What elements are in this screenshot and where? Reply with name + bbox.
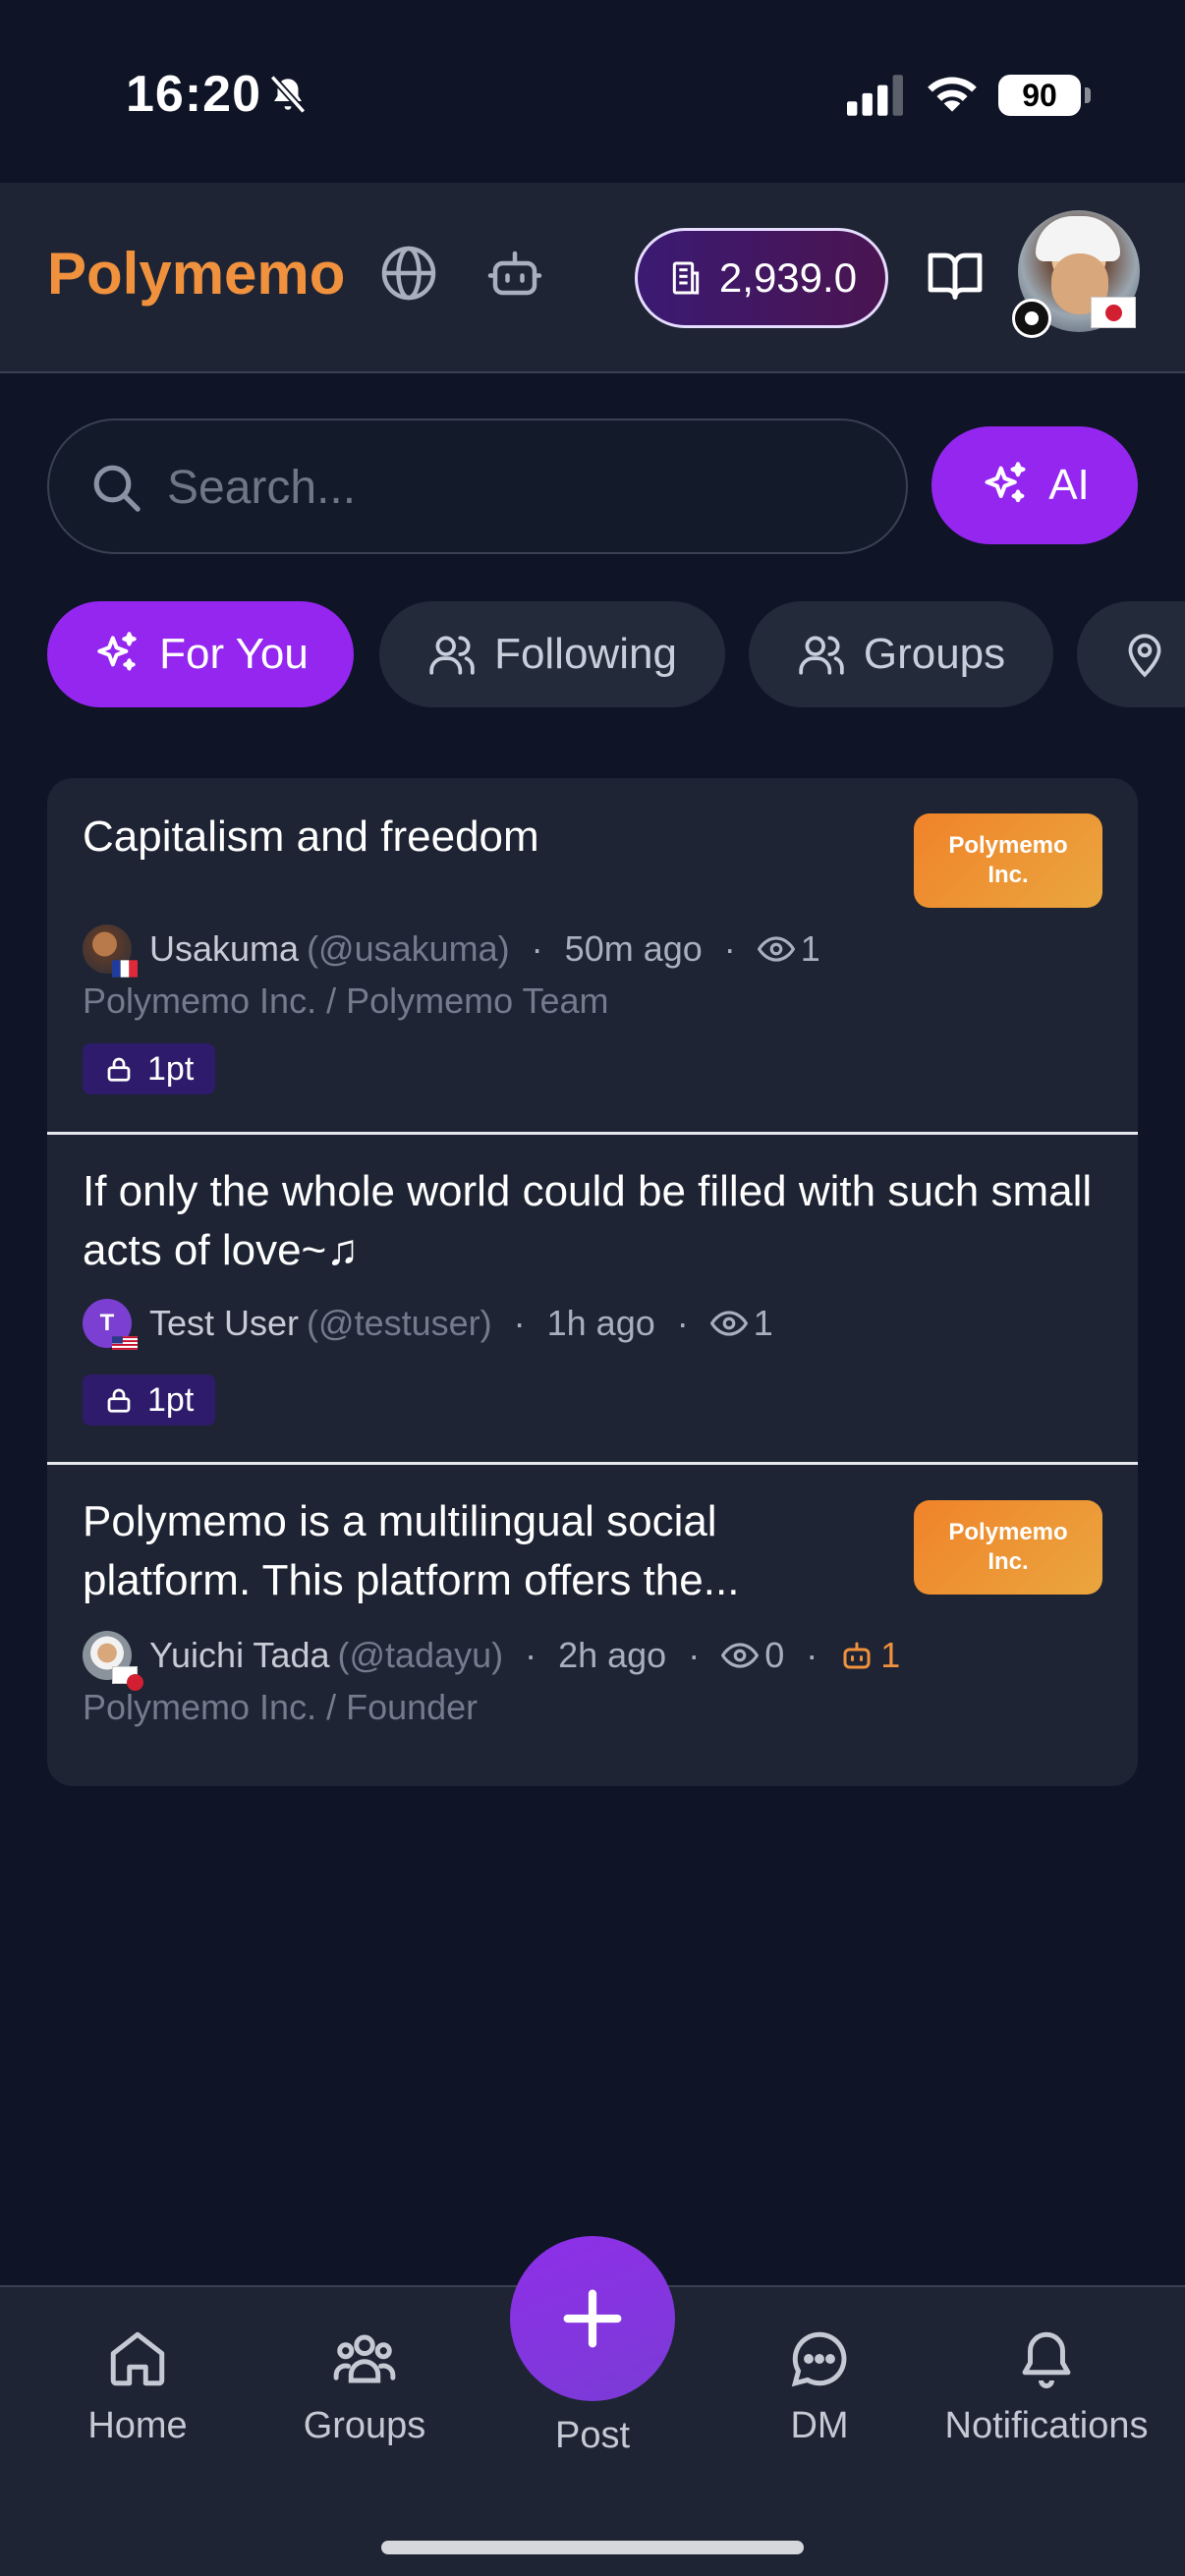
- signal-icon: [847, 75, 903, 116]
- users-icon: [429, 636, 475, 675]
- view-count: 1: [753, 1303, 773, 1343]
- nav-label: Notifications: [944, 2405, 1149, 2446]
- lock-points: 1pt: [147, 1380, 195, 1419]
- lock-points: 1pt: [147, 1049, 195, 1088]
- nav-label: DM: [790, 2405, 849, 2446]
- lock-icon: [107, 1388, 131, 1413]
- author-handle: (@usakuma): [307, 928, 510, 969]
- tab-following[interactable]: Following: [379, 601, 725, 707]
- view-count: 1: [800, 928, 820, 969]
- search-icon: [93, 465, 141, 512]
- building-icon: [672, 261, 700, 295]
- author-handle: (@tadayu): [337, 1635, 504, 1675]
- us-flag-icon: [112, 1336, 138, 1350]
- post-card[interactable]: Polymemo is a multilingual social platfo…: [47, 1465, 1138, 1786]
- ai-button-label: AI: [1048, 461, 1090, 509]
- author-avatar[interactable]: T: [83, 1299, 138, 1350]
- search-input[interactable]: [167, 450, 855, 525]
- status-target-icon: [1012, 299, 1051, 338]
- book-icon[interactable]: [926, 248, 985, 303]
- view-count: 0: [764, 1635, 785, 1675]
- post-card[interactable]: If only the whole world could be filled …: [47, 1135, 1138, 1462]
- tab-for-you[interactable]: For You: [47, 601, 354, 707]
- author-name[interactable]: Test User: [149, 1303, 299, 1344]
- wifi-icon: [928, 77, 977, 112]
- post-meta: Yuichi Tada (@tadayu) · 2h ago · 0 · 1: [83, 1630, 901, 1691]
- globe-icon[interactable]: [379, 244, 438, 303]
- brand-logo[interactable]: Polymemo: [47, 240, 345, 308]
- tab-groups[interactable]: Groups: [749, 601, 1053, 707]
- points-balance-button[interactable]: 2,939.0: [635, 228, 888, 328]
- tab-label: For You: [159, 630, 309, 678]
- group-icon: [333, 2334, 396, 2383]
- author-name[interactable]: Yuichi Tada: [149, 1635, 329, 1676]
- app-header: Polymemo 2,939.0: [0, 183, 1185, 373]
- tab-label: Groups: [863, 630, 1006, 678]
- post-title: Capitalism and freedom: [83, 812, 539, 861]
- locked-points-badge[interactable]: 1pt: [83, 1374, 216, 1426]
- tab-label: Following: [494, 630, 677, 678]
- post-org-line: Polymemo Inc. / Polymemo Team: [83, 980, 609, 1021]
- eye-icon: [721, 1643, 760, 1668]
- home-indicator[interactable]: [381, 2541, 804, 2554]
- org-badge[interactable]: Polymemo Inc.: [914, 813, 1102, 908]
- map-pin-icon: [1128, 634, 1161, 678]
- tab-nearby[interactable]: [1077, 601, 1185, 707]
- org-badge[interactable]: Polymemo Inc.: [914, 1500, 1102, 1595]
- post-time: 2h ago: [558, 1635, 667, 1675]
- eye-icon: [709, 1311, 748, 1336]
- robot-icon: [843, 1642, 871, 1669]
- post-meta: Usakuma (@usakuma) · 50m ago · 1: [83, 924, 820, 978]
- post-button-label: Post: [554, 2415, 631, 2456]
- locked-points-badge[interactable]: 1pt: [83, 1043, 216, 1094]
- post-meta: T Test User (@testuser) · 1h ago · 1: [83, 1298, 773, 1350]
- nav-groups[interactable]: Groups: [256, 2326, 473, 2447]
- eye-icon: [757, 936, 795, 962]
- chat-bubble-icon: [791, 2331, 847, 2387]
- author-name[interactable]: Usakuma: [149, 928, 299, 970]
- status-bar: 16:20 90: [0, 0, 1185, 183]
- post-title: Polymemo is a multilingual social platfo…: [83, 1497, 740, 1604]
- nav-dm[interactable]: DM: [711, 2326, 928, 2447]
- japan-flag-icon: [1091, 297, 1136, 328]
- post-org-line: Polymemo Inc. / Founder: [83, 1687, 479, 1727]
- ai-button[interactable]: AI: [931, 426, 1138, 544]
- lock-icon: [107, 1057, 131, 1082]
- bell-muted-icon: [269, 75, 307, 114]
- author-avatar[interactable]: [83, 1631, 143, 1691]
- author-handle: (@testuser): [307, 1303, 492, 1343]
- sparkle-icon: [97, 632, 137, 671]
- search-bar[interactable]: [47, 419, 908, 554]
- france-flag-icon: [112, 960, 138, 978]
- bell-icon: [1022, 2331, 1071, 2388]
- plus-icon: [563, 2289, 622, 2348]
- nav-label: Groups: [303, 2405, 426, 2446]
- sparkle-icon: [985, 462, 1026, 503]
- status-time: 16:20: [126, 66, 261, 123]
- post-card[interactable]: Capitalism and freedom Polymemo Inc. Usa…: [47, 778, 1138, 1132]
- robot-icon[interactable]: [485, 244, 544, 303]
- nav-home[interactable]: Home: [29, 2326, 246, 2447]
- post-feed: Capitalism and freedom Polymemo Inc. Usa…: [47, 778, 1138, 1786]
- nav-label: Home: [87, 2405, 188, 2446]
- points-value: 2,939.0: [718, 254, 858, 301]
- author-avatar[interactable]: [83, 924, 138, 978]
- post-time: 50m ago: [564, 928, 703, 969]
- users-icon: [799, 636, 844, 675]
- ai-reply-count: 1: [880, 1635, 901, 1675]
- japan-flag-icon: [112, 1666, 143, 1691]
- post-time: 1h ago: [546, 1303, 655, 1343]
- battery-indicator: 90: [998, 75, 1091, 116]
- nav-notifications[interactable]: Notifications: [938, 2326, 1155, 2447]
- home-icon: [110, 2331, 165, 2386]
- create-post-button[interactable]: [510, 2236, 675, 2401]
- post-title: If only the whole world could be filled …: [83, 1167, 1093, 1274]
